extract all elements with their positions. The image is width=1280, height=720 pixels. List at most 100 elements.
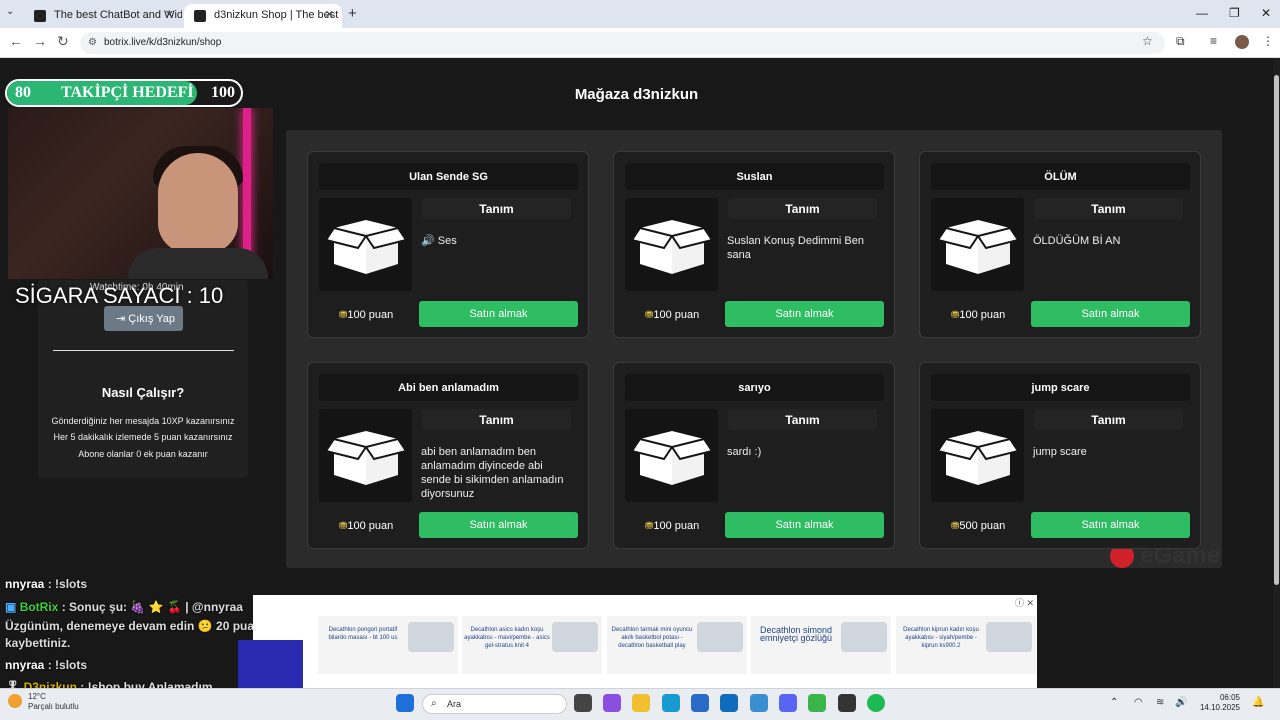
minimize-icon[interactable]: — [1196,6,1208,20]
scrollbar-thumb[interactable] [1274,75,1279,585]
buy-button[interactable]: Satın almak [725,512,884,538]
buy-button[interactable]: Satın almak [419,512,578,538]
ad-product[interactable]: Decathlon asics kadın koşu ayakkabısı - … [462,616,602,674]
ad-product[interactable]: Decathlon simond emniyetçi gözlüğü [751,616,891,674]
shop-item-card: Ulan Sende SG Tanım 🔊 Ses ⛃100 puan Satın al… [307,151,589,338]
wifi-icon[interactable]: ≋ [1156,697,1164,708]
ad-product[interactable]: Decathlon pongori portatif bilardo masas… [318,616,458,674]
file-explorer-icon[interactable] [632,694,650,712]
bookmark-star-icon[interactable]: ☆ [1142,34,1153,48]
chat-message: nnyraa : !slots [5,658,88,672]
webcam-feed [8,108,273,279]
browser-tab-1[interactable]: The best ChatBot and Widgets ✕ [24,4,182,28]
site-info-icon[interactable]: ⚙ [88,37,97,48]
box-icon [936,216,1020,281]
shop-item-card: jump scare Tanım jump scare ⛃500 puan Satın … [919,362,1201,549]
forward-icon[interactable]: → [33,33,47,49]
item-image [319,198,412,291]
logout-icon: ⇥ [116,313,126,325]
weather-icon[interactable] [8,694,22,708]
tray-chevron-icon[interactable]: ⌃ [1110,697,1118,708]
item-title: jump scare [931,374,1190,401]
ad-side-image [238,640,303,688]
ad-product-text: Decathlon simond emniyetçi gözlüğü [759,625,833,643]
browser-tab-2[interactable]: d3nizkun Shop | The best Chat ✕ [184,4,342,28]
maximize-icon[interactable]: ❐ [1229,6,1240,20]
chrome-icon[interactable] [808,694,826,712]
ad-product-text: Decathlon kiprun kadın koşu ayakkabısı -… [903,627,979,649]
new-tab-icon[interactable]: + [348,5,357,22]
item-image [319,409,412,502]
how-line: Gönderdiğiniz her mesajda 10XP kazanırsı… [51,416,235,426]
buy-button[interactable]: Satın almak [1031,301,1190,327]
ad-product-image [841,622,887,652]
address-bar[interactable]: ⚙ botrix.live/k/d3nizkun/shop [80,32,1165,54]
ad-product-text: Decathlon tarmak mini oyuncu akıllı bask… [611,627,693,649]
box-icon [324,427,408,492]
item-price: ⛃100 puan [951,309,1006,321]
spotify-icon[interactable] [867,694,885,712]
description-header: Tanım [422,409,571,430]
reading-list-icon[interactable]: ≡ [1210,34,1217,48]
menu-icon[interactable]: ⋮ [1262,34,1274,48]
ad-product-image [552,622,598,652]
search-icon: ⌕ [431,698,437,709]
item-image [625,409,718,502]
box-icon [630,427,714,492]
item-price: ⛃500 puan [951,520,1006,532]
tab-favicon-icon [194,10,206,22]
follower-goal-bar: 80 TAKİPÇİ HEDEFİ 100 [5,79,243,107]
system-clock[interactable]: 06:05 14.10.2025 [1196,693,1240,713]
item-price: ⛃100 puan [339,309,394,321]
box-icon [630,216,714,281]
item-title: Ulan Sende SG [319,163,578,190]
ad-product-text: Decathlon pongori portatif bilardo masas… [328,627,398,641]
notification-icon[interactable]: 🔔 [1252,697,1264,708]
how-it-works-title: Nasıl Çalışır? [101,385,185,400]
buy-button[interactable]: Satın almak [1031,512,1190,538]
volume-icon[interactable]: 🔊 [1175,697,1187,708]
goal-start: 80 [15,84,31,101]
item-description: sardı :) [727,446,762,458]
description-header: Tanım [422,198,571,219]
item-price: ⛃100 puan [645,520,700,532]
tab-close-icon[interactable]: ✕ [165,8,174,21]
sidebar-divider [53,350,234,351]
logout-button[interactable]: ⇥ Çıkış Yap [104,306,183,331]
profile-avatar[interactable] [1235,35,1249,49]
item-title: ÖLÜM [931,163,1190,190]
speaker-icon: 🔊 [421,235,438,247]
buy-button[interactable]: Satın almak [419,301,578,327]
outlook-icon[interactable] [720,694,738,712]
ad-product-image [986,622,1032,652]
buy-button[interactable]: Satın almak [725,301,884,327]
tab-search-icon[interactable]: ⌄ [6,6,14,17]
shop-item-card: Abi ben anlamadım Tanım abi ben anlamadım … [307,362,589,549]
taskbar-search[interactable]: ⌕ Ara [422,694,567,714]
chat-message: nnyraa : !slots [5,577,88,591]
copilot-icon[interactable] [603,694,621,712]
store-icon[interactable] [691,694,709,712]
weather-widget[interactable]: 12°C Parçalı bulutlu [28,692,79,712]
start-icon[interactable] [396,694,414,712]
reload-icon[interactable]: ↻ [57,33,69,50]
ad-product[interactable]: Decathlon kiprun kadın koşu ayakkabısı -… [896,616,1036,674]
task-view-icon[interactable] [574,694,592,712]
edge-icon[interactable] [662,694,680,712]
network-icon[interactable]: ◠ [1134,697,1143,708]
tab-title: The best ChatBot and Widgets [54,9,182,21]
ad-close-icon[interactable]: ⓘ ✕ [1015,596,1034,609]
ad-product[interactable]: Decathlon tarmak mini oyuncu akıllı bask… [607,616,747,674]
ad-product-image [697,622,743,652]
obs-icon[interactable] [838,694,856,712]
tab-close-icon[interactable]: ✕ [325,8,334,21]
cigarette-counter: SİGARA SAYACI : 10 [15,283,224,308]
settings-icon[interactable] [750,694,768,712]
discord-icon[interactable] [779,694,797,712]
shop-title: Mağaza d3nizkun [574,86,699,103]
close-window-icon[interactable]: ✕ [1261,6,1271,20]
description-header: Tanım [728,198,877,219]
extensions-icon[interactable]: ⧉ [1176,34,1185,49]
item-image [931,198,1024,291]
back-icon[interactable]: ← [9,33,23,49]
